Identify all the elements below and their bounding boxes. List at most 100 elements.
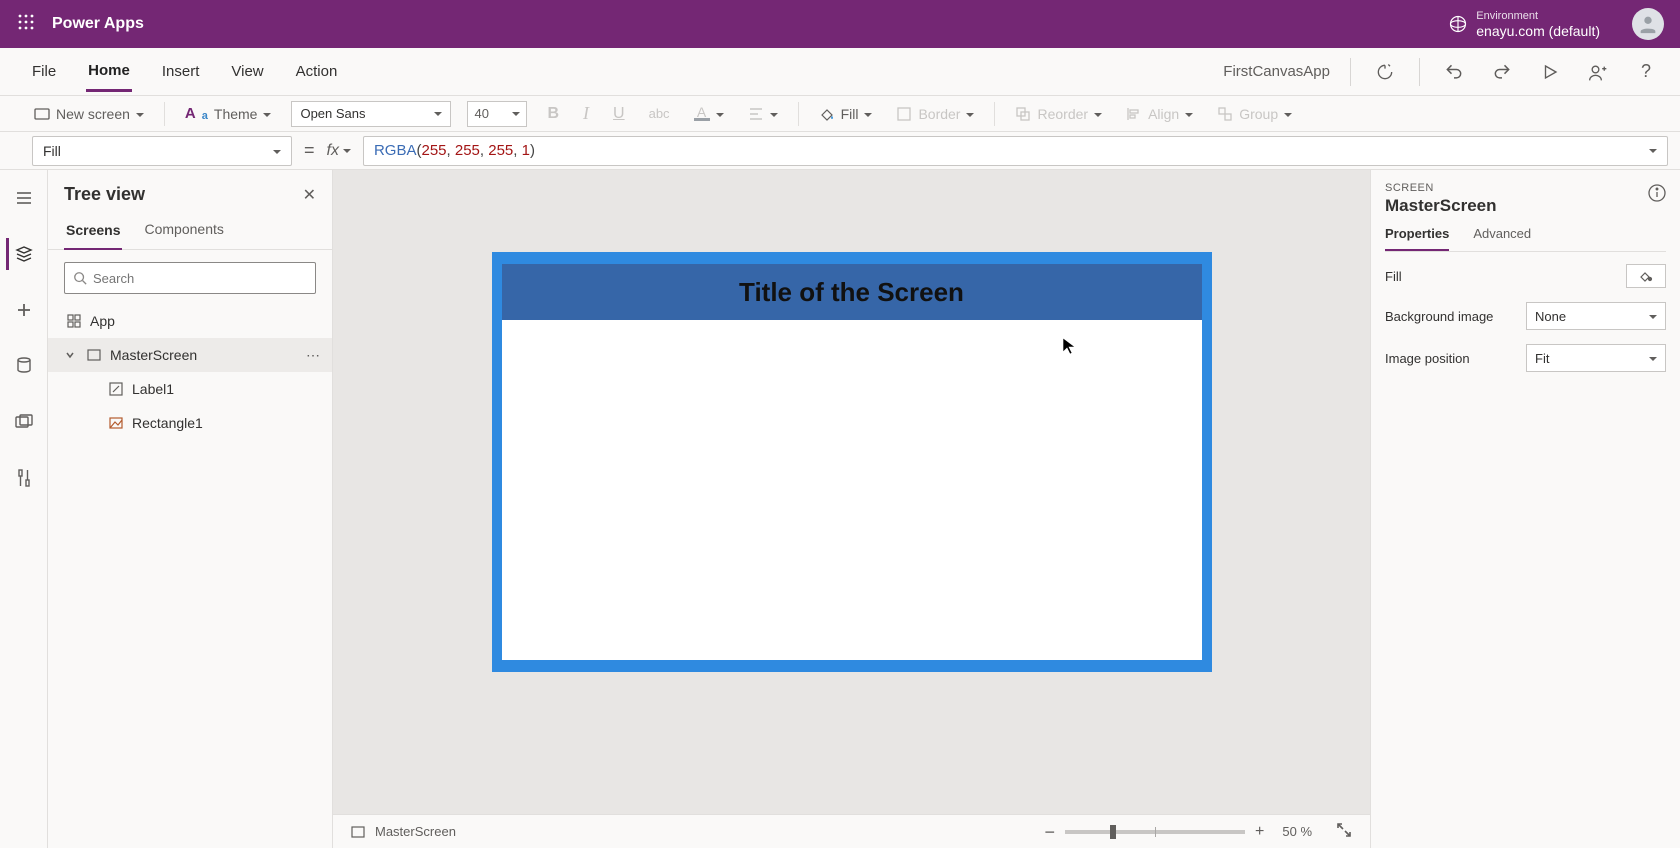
more-icon[interactable]: ⋯ xyxy=(306,347,320,364)
property-select[interactable]: Fill xyxy=(32,136,292,166)
screen-icon xyxy=(351,826,365,838)
user-avatar[interactable] xyxy=(1632,8,1664,40)
chevron-down-icon xyxy=(1649,351,1657,366)
app-launcher-icon[interactable] xyxy=(10,14,42,35)
font-size-select[interactable]: 40 xyxy=(467,101,527,127)
border-button[interactable]: Border xyxy=(892,106,978,122)
rail-data-icon[interactable] xyxy=(8,350,40,382)
expand-formula-icon[interactable] xyxy=(1649,142,1657,159)
canvas-stage[interactable]: Title of the Screen xyxy=(333,170,1370,814)
prop-row-fill: Fill xyxy=(1385,264,1666,288)
zoom-out-button[interactable]: − xyxy=(1044,827,1055,837)
tree-node-rectangle[interactable]: Rectangle1 xyxy=(48,406,332,440)
rail-tools-icon[interactable] xyxy=(8,462,40,494)
tab-advanced[interactable]: Advanced xyxy=(1473,226,1531,251)
close-icon[interactable]: ✕ xyxy=(303,185,316,205)
environment-icon xyxy=(1448,14,1468,34)
menu-view[interactable]: View xyxy=(229,63,265,90)
menu-insert[interactable]: Insert xyxy=(160,63,202,90)
fill-color-swatch[interactable] xyxy=(1626,264,1666,288)
environment-label: Environment xyxy=(1476,10,1600,23)
zoom-slider[interactable] xyxy=(1065,830,1245,834)
tree-node-app[interactable]: App xyxy=(48,304,332,338)
formula-bar: Fill = fx RGBA(255, 255, 255, 1) xyxy=(0,132,1680,170)
tab-components[interactable]: Components xyxy=(142,217,225,249)
fill-color-button[interactable]: Fill xyxy=(815,106,877,122)
global-header: Power Apps Environment enayu.com (defaul… xyxy=(0,0,1680,48)
screen-frame[interactable]: Title of the Screen xyxy=(492,252,1212,672)
menu-home[interactable]: Home xyxy=(86,62,132,92)
prop-row-image-position: Image position Fit xyxy=(1385,344,1666,372)
chevron-down-icon[interactable] xyxy=(62,347,78,363)
left-rail xyxy=(0,170,48,848)
selection-name: MasterScreen xyxy=(1385,196,1666,216)
app-checker-icon[interactable] xyxy=(1371,58,1399,86)
menu-action[interactable]: Action xyxy=(294,63,340,90)
chevron-down-icon xyxy=(512,106,520,121)
search-icon xyxy=(73,271,87,285)
strikethrough-button[interactable]: abc xyxy=(645,106,674,121)
main-menu: File Home Insert View Action FirstCanvas… xyxy=(0,48,1680,96)
rail-media-icon[interactable] xyxy=(8,406,40,438)
current-app-name: FirstCanvasApp xyxy=(1223,63,1330,80)
menu-file[interactable]: File xyxy=(30,63,58,90)
rail-treeview-icon[interactable] xyxy=(6,238,38,270)
canvas-title-rectangle[interactable]: Title of the Screen xyxy=(502,264,1202,320)
share-icon[interactable] xyxy=(1584,58,1612,86)
zoom-in-button[interactable]: + xyxy=(1255,823,1264,841)
chevron-down-icon xyxy=(434,106,442,121)
tab-properties[interactable]: Properties xyxy=(1385,226,1449,251)
chevron-down-icon xyxy=(716,106,724,122)
properties-panel: SCREEN MasterScreen Properties Advanced … xyxy=(1370,170,1680,848)
info-icon[interactable] xyxy=(1648,184,1666,207)
font-family-select[interactable]: Open Sans xyxy=(291,101,451,127)
tree-search[interactable] xyxy=(64,262,316,294)
tree-node-label[interactable]: Label1 xyxy=(48,372,332,406)
align-button[interactable]: Align xyxy=(1122,106,1197,122)
chevron-down-icon xyxy=(864,106,872,122)
canvas-area: Title of the Screen MasterScreen − + 50 … xyxy=(333,170,1370,848)
canvas-title-text[interactable]: Title of the Screen xyxy=(739,277,964,308)
chevron-down-icon xyxy=(1094,106,1102,122)
undo-icon[interactable] xyxy=(1440,58,1468,86)
fit-to-window-icon[interactable] xyxy=(1336,822,1352,841)
environment-picker[interactable]: Environment enayu.com (default) xyxy=(1448,10,1600,39)
play-icon[interactable] xyxy=(1536,58,1564,86)
background-image-select[interactable]: None xyxy=(1526,302,1666,330)
theme-button[interactable]: Aa Theme xyxy=(181,105,276,122)
screen-surface[interactable]: Title of the Screen xyxy=(502,264,1202,660)
text-align-button[interactable] xyxy=(744,106,782,122)
font-color-button[interactable]: A xyxy=(690,106,728,122)
new-screen-button[interactable]: New screen xyxy=(30,106,148,122)
prop-bg-label: Background image xyxy=(1385,309,1493,324)
tree-node-screen[interactable]: MasterScreen ⋯ xyxy=(48,338,332,372)
selection-kind: SCREEN xyxy=(1385,182,1666,194)
reorder-button[interactable]: Reorder xyxy=(1011,106,1106,122)
props-tabs: Properties Advanced xyxy=(1385,226,1666,252)
prop-fill-label: Fill xyxy=(1385,269,1402,284)
status-screen-name: MasterScreen xyxy=(375,824,456,839)
chevron-down-icon xyxy=(343,142,351,160)
tree-search-input[interactable] xyxy=(93,271,307,286)
chevron-down-icon xyxy=(273,143,281,159)
chevron-down-icon xyxy=(263,106,271,122)
chevron-down-icon xyxy=(1649,309,1657,324)
rail-insert-icon[interactable] xyxy=(8,294,40,326)
image-position-select[interactable]: Fit xyxy=(1526,344,1666,372)
italic-button[interactable]: I xyxy=(579,103,593,124)
rail-hamburger-icon[interactable] xyxy=(8,182,40,214)
new-screen-label: New screen xyxy=(56,106,130,122)
ribbon: New screen Aa Theme Open Sans 40 B I U a… xyxy=(0,96,1680,132)
group-button[interactable]: Group xyxy=(1213,106,1296,122)
theme-icon: A xyxy=(185,105,196,122)
theme-label: Theme xyxy=(214,106,258,122)
help-icon[interactable]: ? xyxy=(1632,58,1660,86)
underline-button[interactable]: U xyxy=(609,105,629,123)
formula-input[interactable]: RGBA(255, 255, 255, 1) xyxy=(363,136,1668,166)
tab-screens[interactable]: Screens xyxy=(64,218,122,250)
chevron-down-icon xyxy=(136,106,144,122)
redo-icon[interactable] xyxy=(1488,58,1516,86)
fx-icon[interactable]: fx xyxy=(327,142,351,160)
bold-button[interactable]: B xyxy=(543,105,563,123)
border-label: Border xyxy=(918,106,960,122)
